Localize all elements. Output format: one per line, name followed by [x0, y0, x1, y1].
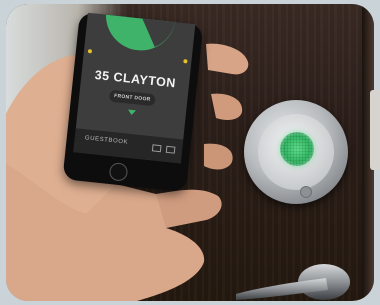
smartphone: 35 CLAYTON FRONT DOOR GUESTBOOK [62, 12, 204, 193]
door-handle [236, 264, 350, 300]
lock-button [300, 186, 312, 198]
settings-icon[interactable] [165, 145, 176, 154]
lock-face [258, 114, 334, 198]
chevron-down-icon [127, 109, 137, 116]
smart-lock-device [244, 100, 348, 204]
key-icon[interactable] [151, 144, 162, 153]
status-led [280, 132, 314, 166]
phone-screen: 35 CLAYTON FRONT DOOR GUESTBOOK [73, 12, 196, 164]
adjacent-image-edge [370, 90, 380, 170]
image-frame: 35 CLAYTON FRONT DOOR GUESTBOOK [0, 0, 380, 305]
smart-lock-photo: 35 CLAYTON FRONT DOOR GUESTBOOK [6, 4, 374, 301]
home-button[interactable] [108, 162, 129, 182]
right-indicator-dot [183, 59, 188, 64]
left-indicator-dot [87, 49, 93, 54]
lock-name: 35 CLAYTON [94, 67, 177, 91]
door-label[interactable]: FRONT DOOR [108, 89, 156, 107]
